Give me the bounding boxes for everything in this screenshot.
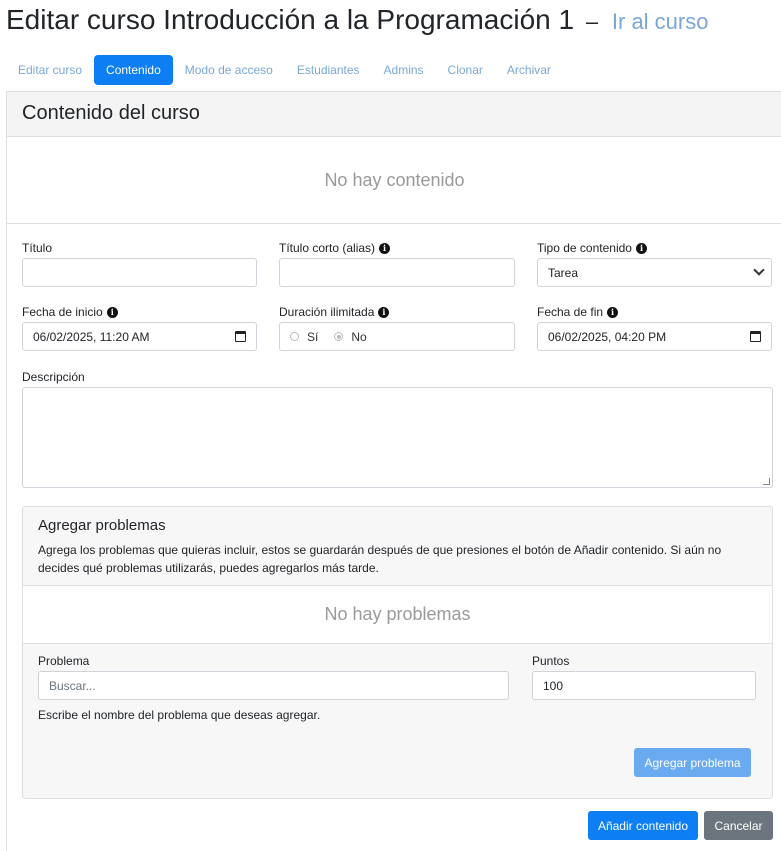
page-title: Editar curso Introducción a la Programac… (6, 4, 708, 36)
empty-content-message: No hay contenido (7, 137, 781, 224)
end-date-value: 06/02/2025, 04:20 PM (548, 329, 667, 344)
content-type-value: Tarea (548, 265, 579, 280)
add-content-button[interactable]: Añadir contenido (588, 811, 698, 840)
problem-label: Problema (38, 654, 90, 668)
add-problems-description: Agrega los problemas que quieras incluir… (38, 543, 722, 575)
chevron-down-icon (753, 264, 765, 276)
points-label: Puntos (532, 654, 570, 668)
tab-students[interactable]: Estudiantes (285, 55, 372, 85)
course-tabs: Editar curso Contenido Modo de acceso Es… (6, 55, 563, 85)
add-problems-header: Agregar problemas Agrega los problemas q… (23, 507, 772, 586)
add-problem-button[interactable]: Agregar problema (634, 748, 751, 777)
problem-help-text: Escribe el nombre del problema que desea… (38, 708, 321, 722)
tab-archive[interactable]: Archivar (495, 55, 563, 85)
problem-search-input[interactable]: Buscar... (38, 671, 509, 700)
radio-yes[interactable] (290, 332, 299, 341)
title-separator: – (585, 9, 599, 34)
points-input[interactable]: 100 (532, 671, 756, 700)
title-input[interactable] (22, 258, 257, 287)
tab-edit-course[interactable]: Editar curso (6, 55, 94, 85)
alias-input[interactable] (279, 258, 515, 287)
info-icon[interactable]: i (378, 306, 390, 318)
tab-access-mode[interactable]: Modo de acceso (173, 55, 285, 85)
radio-yes-label: Sí (307, 329, 319, 344)
title-label: Título (22, 241, 53, 255)
unlimited-duration-label: Duración ilimitada i (279, 305, 390, 319)
start-date-label: Fecha de inicio i (22, 305, 118, 319)
calendar-icon[interactable] (235, 331, 246, 342)
info-icon[interactable]: i (635, 242, 647, 254)
info-icon[interactable]: i (607, 306, 619, 318)
add-problems-title: Agregar problemas (38, 517, 166, 534)
content-type-label: Tipo de contenido i (537, 241, 647, 255)
alias-label: Título corto (alias) i (279, 241, 391, 255)
end-date-input[interactable]: 06/02/2025, 04:20 PM (537, 322, 772, 351)
unlimited-duration-group: Sí No (279, 322, 515, 351)
cancel-button[interactable]: Cancelar (704, 811, 773, 840)
course-title: Editar curso Introducción a la Programac… (6, 4, 575, 35)
description-label: Descripción (22, 370, 85, 384)
description-textarea[interactable] (22, 387, 773, 488)
resize-handle-icon[interactable] (763, 478, 770, 485)
start-date-input[interactable]: 06/02/2025, 11:20 AM (22, 322, 257, 351)
tab-content[interactable]: Contenido (94, 55, 173, 85)
card-heading: Contenido del curso (7, 92, 781, 137)
info-icon[interactable]: i (106, 306, 118, 318)
tab-admins[interactable]: Admins (372, 55, 436, 85)
empty-problems-message: No hay problemas (23, 586, 772, 644)
radio-no-label: No (351, 329, 367, 344)
radio-no[interactable] (334, 332, 344, 341)
tab-clone[interactable]: Clonar (436, 55, 495, 85)
content-type-select[interactable]: Tarea (537, 258, 772, 287)
start-date-value: 06/02/2025, 11:20 AM (33, 329, 150, 344)
info-icon[interactable]: i (379, 242, 391, 254)
end-date-label: Fecha de fin i (537, 305, 619, 319)
go-to-course-link[interactable]: Ir al curso (612, 9, 709, 34)
calendar-icon[interactable] (750, 331, 761, 342)
